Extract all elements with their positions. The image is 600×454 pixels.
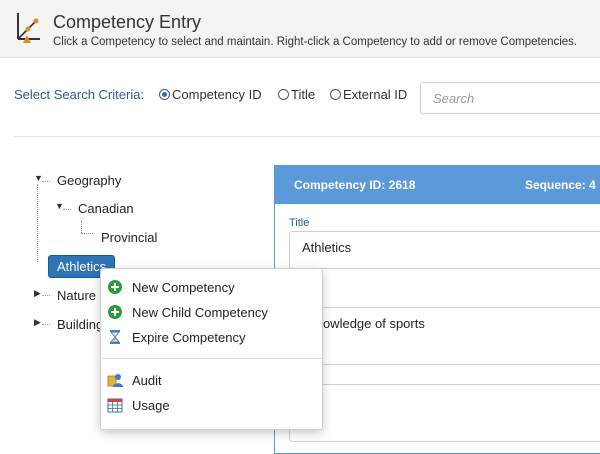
radio-dot-selected[interactable] bbox=[159, 89, 170, 100]
tree-connector bbox=[81, 221, 82, 233]
page-title: Competency Entry bbox=[53, 12, 202, 32]
menu-item-label: Usage bbox=[132, 397, 170, 413]
menu-separator bbox=[101, 358, 322, 359]
context-menu: New Competency New Child Competency Expi… bbox=[100, 268, 323, 430]
search-input[interactable] bbox=[420, 82, 600, 114]
radio-title[interactable]: Title bbox=[278, 87, 315, 102]
tree-node-canadian[interactable]: Canadian bbox=[78, 201, 134, 216]
tree-node-nature[interactable]: Nature bbox=[57, 288, 96, 303]
radio-competency-id[interactable]: Competency ID bbox=[159, 87, 262, 102]
menu-item-label: New Child Competency bbox=[132, 304, 268, 320]
title-field[interactable]: Athletics bbox=[289, 231, 600, 269]
tree-toggle-collapsed-icon[interactable]: ▶ bbox=[34, 317, 41, 328]
tree-connector bbox=[81, 233, 93, 234]
competency-id: Competency ID: 2618 bbox=[294, 178, 416, 192]
tree-connector bbox=[42, 181, 50, 182]
menu-item-label: Expire Competency bbox=[132, 329, 246, 345]
tree-node-geography[interactable]: Geography bbox=[57, 173, 121, 188]
menu-item-new-competency[interactable]: New Competency bbox=[107, 276, 317, 298]
menu-item-expire-competency[interactable]: Expire Competency bbox=[107, 326, 317, 348]
title-label: Title bbox=[289, 217, 310, 229]
page-header: Competency Entry Click a Competency to s… bbox=[0, 0, 600, 58]
radio-dot[interactable] bbox=[278, 89, 289, 100]
menu-item-audit[interactable]: Audit bbox=[107, 369, 317, 391]
divider bbox=[14, 136, 600, 137]
audit-user-icon bbox=[107, 374, 123, 387]
menu-item-usage[interactable]: Usage bbox=[107, 394, 317, 416]
tree-node-provincial[interactable]: Provincial bbox=[101, 230, 157, 245]
radio-dot[interactable] bbox=[330, 89, 341, 100]
radio-label: External ID bbox=[343, 87, 408, 102]
description-field[interactable]: t knowledge of sports bbox=[289, 307, 600, 365]
radio-label: Title bbox=[291, 87, 316, 102]
tree-connector bbox=[42, 295, 50, 296]
search-criteria-label: Select Search Criteria: bbox=[14, 87, 145, 102]
competency-tree-icon bbox=[17, 13, 40, 43]
tree-connector bbox=[63, 209, 71, 210]
panel-header: Competency ID: 2618 Sequence: 4 bbox=[275, 166, 600, 204]
tree-connector bbox=[42, 324, 50, 325]
radio-label: Competency ID bbox=[172, 87, 262, 102]
menu-item-new-child-competency[interactable]: New Child Competency bbox=[107, 301, 317, 323]
plus-circle-icon bbox=[108, 280, 122, 294]
menu-item-label: New Competency bbox=[132, 279, 235, 295]
tree-connector bbox=[37, 184, 38, 262]
search-criteria-row: Select Search Criteria: Competency ID Ti… bbox=[14, 82, 600, 116]
tree-node-building[interactable]: Building bbox=[57, 317, 103, 332]
plus-circle-icon bbox=[108, 305, 122, 319]
hourglass-icon bbox=[109, 330, 121, 344]
third-field[interactable] bbox=[289, 384, 600, 442]
radio-external-id[interactable]: External ID bbox=[330, 87, 407, 102]
tree-toggle-collapsed-icon[interactable]: ▶ bbox=[34, 288, 41, 299]
calendar-table-icon bbox=[107, 398, 123, 413]
menu-item-label: Audit bbox=[132, 372, 162, 388]
sequence-number: Sequence: 4 bbox=[525, 178, 596, 192]
page-subtitle: Click a Competency to select and maintai… bbox=[53, 36, 578, 48]
